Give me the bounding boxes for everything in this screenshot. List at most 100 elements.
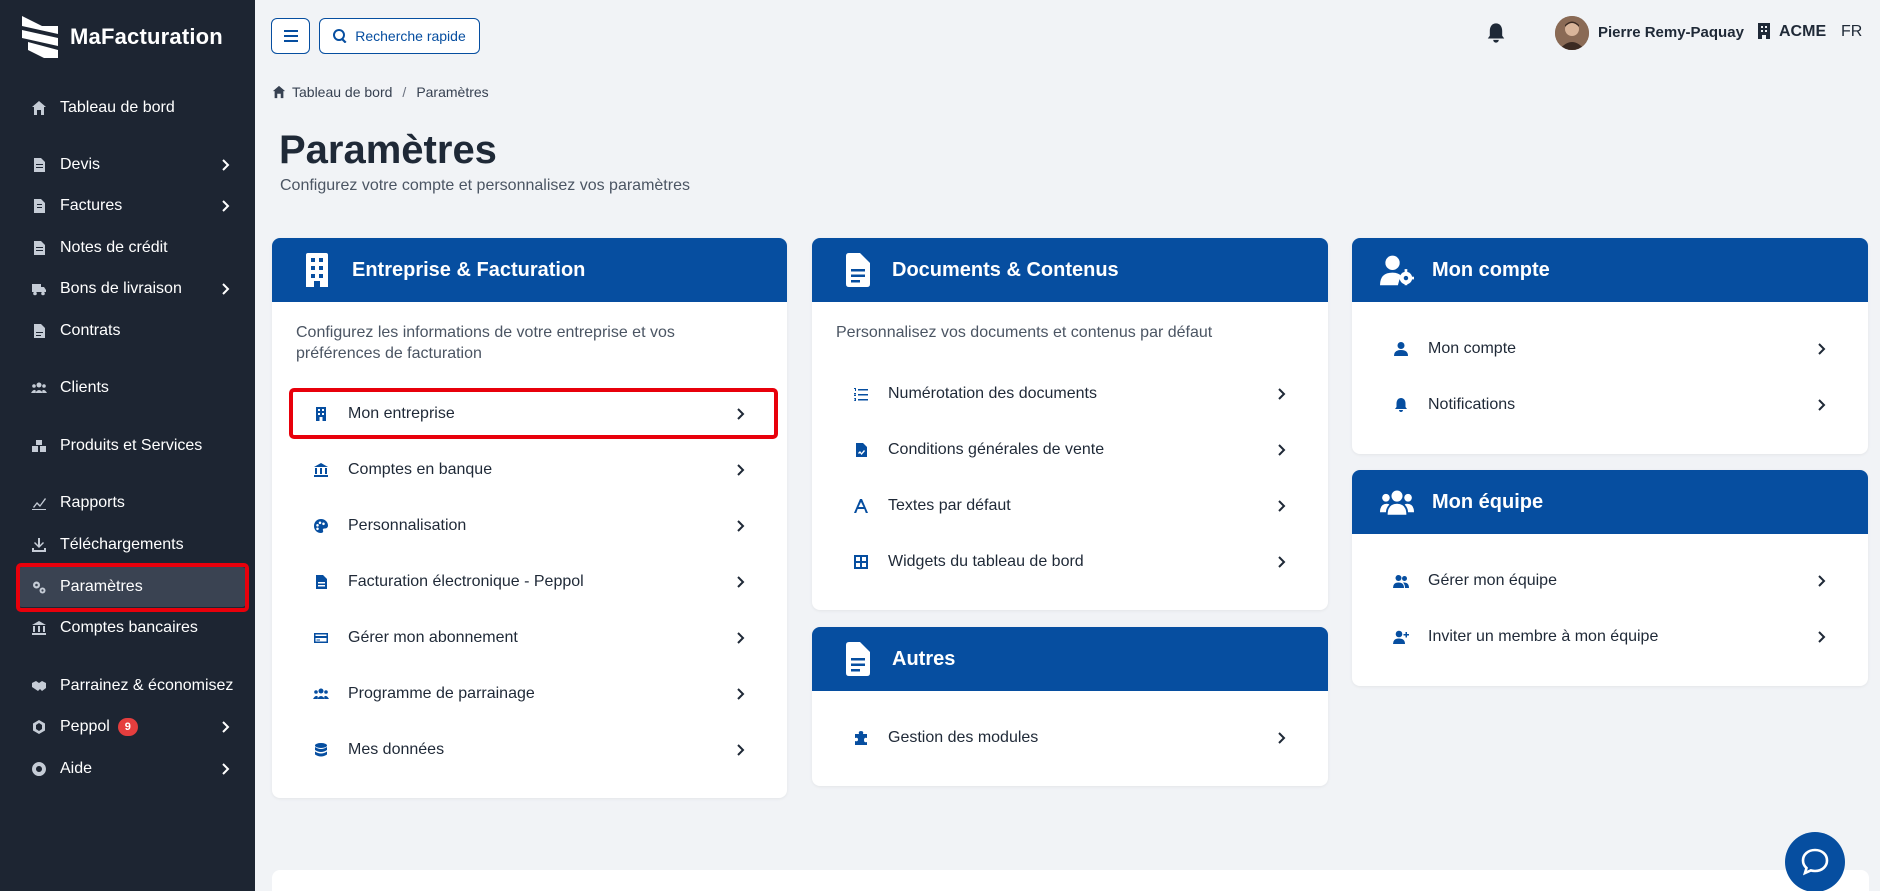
settings-item-comptes-en-banque[interactable]: Comptes en banque (290, 446, 769, 494)
card-title: Mon compte (1432, 258, 1550, 281)
building-icon (312, 405, 330, 423)
help-chat-button[interactable] (1785, 832, 1845, 891)
sidebar-item-rapports[interactable]: Rapports (18, 483, 246, 523)
bell-icon (1487, 23, 1505, 43)
sidebar-item-label: Comptes bancaires (60, 619, 198, 636)
sidebar-item-parrainez[interactable]: Parrainez & économisez (18, 666, 246, 706)
sidebar-item-comptes-bancaires[interactable]: Comptes bancaires (18, 608, 246, 648)
bank-icon (312, 461, 330, 479)
users-icon (312, 685, 330, 703)
sidebar-item-label: Téléchargements (60, 536, 184, 553)
user-name[interactable]: Pierre Remy-Paquay (1598, 24, 1744, 41)
chart-icon (30, 494, 48, 512)
settings-item-textes-par-defaut[interactable]: Textes par défaut (830, 482, 1310, 530)
card-header: Mon compte (1352, 238, 1868, 302)
avatar-image-icon (1555, 16, 1589, 50)
chevron-right-icon (731, 741, 749, 759)
puzzle-icon (852, 729, 870, 747)
organization-name[interactable]: ACME (1779, 23, 1826, 41)
sidebar-item-label: Rapports (60, 494, 125, 511)
page-title: Paramètres (279, 128, 497, 172)
quick-search-label: Recherche rapide (355, 28, 466, 44)
settings-item-label: Widgets du tableau de bord (888, 553, 1084, 570)
grid-icon (852, 553, 870, 571)
card-title: Documents & Contenus (892, 258, 1119, 281)
settings-item-label: Personnalisation (348, 517, 467, 534)
quick-search-button[interactable]: Recherche rapide (319, 18, 480, 54)
sidebar-item-label: Devis (60, 156, 101, 173)
sidebar-item-clients[interactable]: Clients (18, 368, 246, 408)
card-header: Documents & Contenus (812, 238, 1328, 302)
breadcrumb-home-link[interactable]: Tableau de bord (292, 84, 392, 100)
file-icon (30, 239, 48, 257)
sidebar-item-notes-de-credit[interactable]: Notes de crédit (18, 228, 246, 268)
settings-item-gerer-mon-equipe[interactable]: Gérer mon équipe (1370, 557, 1850, 605)
avatar[interactable] (1555, 16, 1589, 50)
sidebar-item-bons-de-livraison[interactable]: Bons de livraison (18, 269, 246, 309)
user-icon (1392, 340, 1410, 358)
sidebar-item-contrats[interactable]: Contrats (18, 311, 246, 351)
hamburger-icon (283, 30, 298, 42)
settings-item-conditions-generales-de-vente[interactable]: Conditions générales de vente (830, 426, 1310, 474)
palette-icon (312, 517, 330, 535)
menu-toggle-button[interactable] (271, 18, 310, 54)
card-title: Mon équipe (1432, 490, 1544, 513)
chevron-right-icon (1812, 628, 1830, 646)
user-plus-icon (1392, 628, 1410, 646)
settings-item-mes-donnees[interactable]: Mes données (290, 726, 769, 774)
brand[interactable]: MaFacturation (20, 14, 223, 60)
sidebar-item-label: Parrainez & économisez (60, 677, 234, 694)
breadcrumb: Tableau de bord / Paramètres (272, 84, 489, 100)
sidebar-item-tableau-de-bord[interactable]: Tableau de bord (18, 88, 246, 128)
sidebar-item-devis[interactable]: Devis (18, 145, 246, 185)
card-mon-compte: Mon compte Mon compte Notifications (1352, 238, 1868, 454)
sidebar-item-peppol[interactable]: Peppol 9 (18, 707, 246, 747)
breadcrumb-current: Paramètres (416, 84, 489, 100)
chevron-right-icon (731, 573, 749, 591)
settings-item-label: Mes données (348, 741, 445, 758)
settings-item-label: Gérer mon équipe (1428, 572, 1557, 589)
settings-item-programme-de-parrainage[interactable]: Programme de parrainage (290, 670, 769, 718)
file-invoice-icon (312, 573, 330, 591)
file-contract-icon (852, 441, 870, 459)
lifebuoy-icon (30, 760, 48, 778)
settings-item-personnalisation[interactable]: Personnalisation (290, 502, 769, 550)
sidebar-item-factures[interactable]: Factures (18, 186, 246, 226)
chevron-right-icon (1272, 729, 1290, 747)
card-documents-contenus: Documents & Contenus Personnalisez vos d… (812, 238, 1328, 610)
search-icon (333, 29, 347, 43)
font-icon (852, 497, 870, 515)
settings-item-gestion-des-modules[interactable]: Gestion des modules (830, 714, 1310, 762)
users-icon (1392, 572, 1410, 590)
sidebar-item-parametres[interactable]: Paramètres (18, 567, 246, 607)
notifications-bell[interactable] (1485, 22, 1509, 46)
home-icon (30, 99, 48, 117)
language-selector[interactable]: FR (1841, 23, 1862, 41)
sidebar-item-produits-et-services[interactable]: Produits et Services (18, 426, 246, 466)
file-text-icon (840, 641, 874, 677)
settings-item-widgets-du-tableau-de-bord[interactable]: Widgets du tableau de bord (830, 538, 1310, 586)
sidebar-item-telechargements[interactable]: Téléchargements (18, 525, 246, 565)
users-icon (1380, 484, 1414, 520)
settings-item-label: Mon compte (1428, 340, 1517, 357)
settings-item-inviter-un-membre[interactable]: Inviter un membre à mon équipe (1370, 613, 1850, 661)
card-header: Entreprise & Facturation (272, 238, 787, 302)
chevron-right-icon (216, 280, 234, 298)
page-subtitle: Configurez votre compte et personnalisez… (280, 177, 690, 194)
sidebar: MaFacturation Tableau de bord Devis Fact… (0, 0, 255, 891)
settings-item-notifications[interactable]: Notifications (1370, 381, 1850, 429)
settings-item-numerotation-des-documents[interactable]: Numérotation des documents (830, 370, 1310, 418)
settings-item-gerer-mon-abonnement[interactable]: Gérer mon abonnement (290, 614, 769, 662)
bottom-card (272, 870, 1869, 891)
card-description: Configurez les informations de votre ent… (296, 324, 675, 362)
bell-icon (1392, 396, 1410, 414)
sidebar-item-aide[interactable]: Aide (18, 749, 246, 789)
handshake-icon (30, 677, 48, 695)
chevron-right-icon (216, 718, 234, 736)
chevron-right-icon (731, 629, 749, 647)
boxes-icon (30, 437, 48, 455)
sidebar-item-label: Factures (60, 197, 123, 214)
settings-item-facturation-electronique-peppol[interactable]: Facturation électronique - Peppol (290, 558, 769, 606)
settings-item-mon-compte[interactable]: Mon compte (1370, 325, 1850, 373)
settings-item-mon-entreprise[interactable]: Mon entreprise (290, 390, 769, 438)
